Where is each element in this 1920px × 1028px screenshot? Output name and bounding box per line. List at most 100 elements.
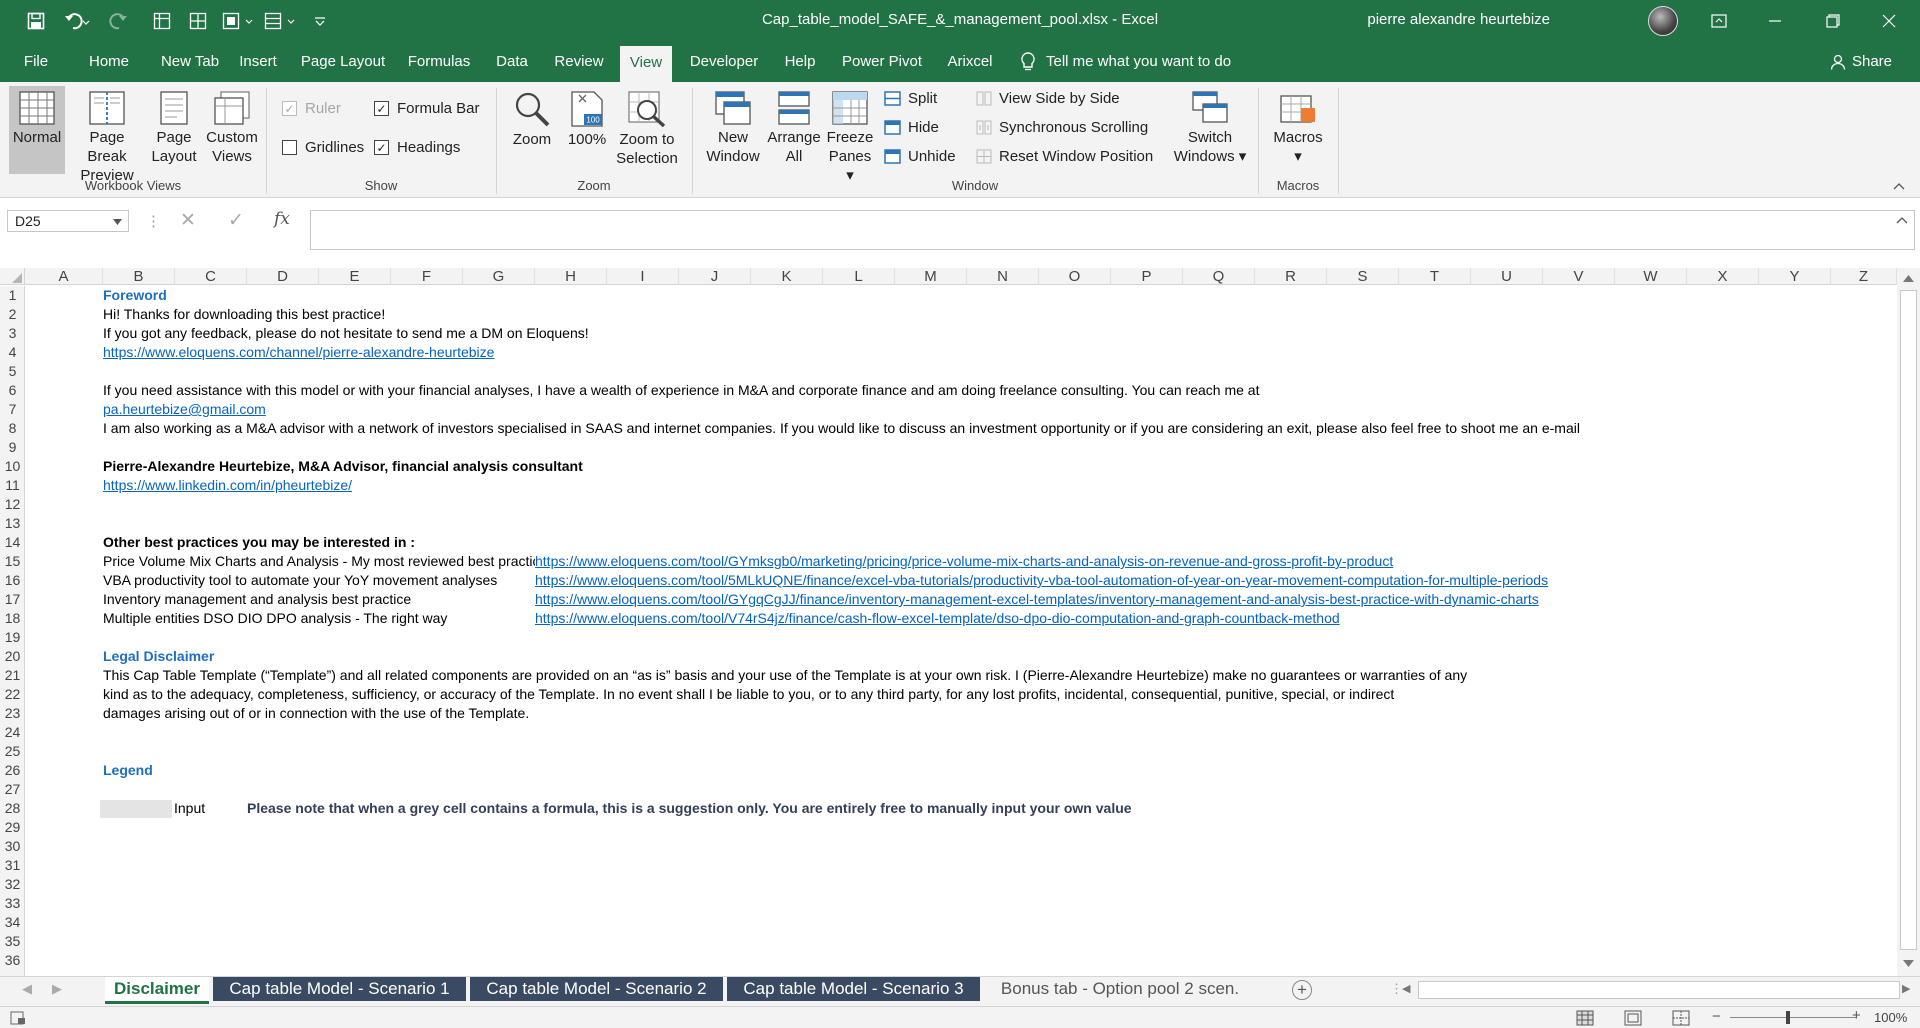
new-window-button[interactable]: New Window [700, 86, 766, 174]
undo-icon[interactable] [60, 9, 94, 33]
column-header-l[interactable]: L [823, 268, 895, 285]
ribbon-display-options-icon[interactable] [1696, 0, 1742, 42]
formula-bar-options-icon[interactable]: ⋮ [146, 212, 161, 230]
reset-window-position-button[interactable]: Reset Window Position [976, 148, 1153, 165]
sheet-tab-scenario-2[interactable]: Cap table Model - Scenario 2 [470, 977, 723, 1001]
collapse-ribbon-icon[interactable] [1890, 178, 1908, 194]
tab-home[interactable]: Home [80, 42, 138, 82]
row-header[interactable]: 23 [0, 704, 25, 723]
zoom-level[interactable]: 100% [1874, 1010, 1907, 1025]
column-header-p[interactable]: P [1111, 268, 1183, 285]
row-header[interactable]: 15 [0, 552, 25, 571]
restore-icon[interactable] [1810, 0, 1856, 42]
best-practice-link[interactable]: https://www.eloquens.com/tool/V74rS4jz/f… [535, 609, 1340, 628]
ruler-checkbox[interactable]: ✓ Ruler [282, 100, 341, 117]
column-header-n[interactable]: N [967, 268, 1039, 285]
zoom-slider-track[interactable] [1730, 1017, 1856, 1018]
add-sheet-icon[interactable]: + [1292, 980, 1312, 1000]
scroll-up-icon[interactable] [1903, 275, 1914, 282]
page-layout-button[interactable]: Page Layout [148, 86, 200, 174]
save-icon[interactable] [22, 9, 50, 33]
zoom-out-icon[interactable]: − [1712, 1008, 1721, 1025]
split-button[interactable]: Split [884, 90, 937, 107]
row-header[interactable]: 18 [0, 609, 25, 628]
switch-windows-button[interactable]: Switch Windows ▾ [1170, 86, 1250, 174]
vertical-scrollbar[interactable] [1897, 268, 1920, 976]
row-header[interactable]: 34 [0, 913, 25, 932]
row-header[interactable]: 26 [0, 761, 25, 780]
column-header-i[interactable]: I [607, 268, 679, 285]
normal-view-button[interactable]: Normal [9, 86, 65, 174]
column-header-a[interactable]: A [25, 268, 103, 285]
row-header[interactable]: 8 [0, 419, 25, 438]
best-practice-link[interactable]: https://www.eloquens.com/tool/GYgqCgJJ/f… [535, 590, 1539, 609]
arrange-all-button[interactable]: Arrange All [762, 86, 826, 174]
row-header[interactable]: 22 [0, 685, 25, 704]
tab-file[interactable]: File [14, 42, 58, 82]
name-box-dropdown-icon[interactable] [113, 219, 122, 225]
row-header[interactable]: 16 [0, 571, 25, 590]
row-header[interactable]: 30 [0, 837, 25, 856]
scroll-right-icon[interactable]: ▶ [1902, 982, 1910, 995]
row-header[interactable]: 31 [0, 856, 25, 875]
unhide-button[interactable]: Unhide [884, 148, 956, 165]
column-header-h[interactable]: H [535, 268, 607, 285]
column-header-x[interactable]: X [1687, 268, 1759, 285]
row-header[interactable]: 25 [0, 742, 25, 761]
row-header[interactable]: 13 [0, 514, 25, 533]
column-header-m[interactable]: M [895, 268, 967, 285]
tab-insert[interactable]: Insert [232, 42, 284, 82]
zoom-in-icon[interactable]: + [1852, 1007, 1861, 1024]
formula-bar-checkbox[interactable]: ✓ Formula Bar [374, 100, 480, 117]
tab-review[interactable]: Review [548, 42, 610, 82]
column-header-s[interactable]: S [1327, 268, 1399, 285]
normal-view-status-icon[interactable] [1576, 1010, 1594, 1026]
page-break-preview-button[interactable]: Page Break Preview [69, 86, 145, 184]
scroll-left-icon[interactable]: ◀ [1402, 982, 1410, 995]
sheet-tab-scenario-1[interactable]: Cap table Model - Scenario 1 [213, 977, 466, 1001]
print-preview-icon[interactable] [262, 9, 300, 33]
enter-icon[interactable]: ✓ [228, 209, 244, 232]
row-header[interactable]: 6 [0, 381, 25, 400]
row-header[interactable]: 12 [0, 495, 25, 514]
column-header-o[interactable]: O [1039, 268, 1111, 285]
formula-input[interactable] [310, 210, 1915, 250]
tab-new-tab[interactable]: New Tab [148, 42, 232, 82]
zoom-button[interactable]: Zoom [506, 86, 558, 174]
row-header[interactable]: 5 [0, 362, 25, 381]
tab-help[interactable]: Help [776, 42, 824, 82]
select-all-corner[interactable] [0, 268, 25, 285]
row-header[interactable]: 19 [0, 628, 25, 647]
best-practice-link[interactable]: https://www.eloquens.com/tool/GYmksgb0/m… [535, 552, 1393, 571]
row-header[interactable]: 20 [0, 647, 25, 666]
zoom-100-button[interactable]: 100 100% [562, 86, 612, 174]
tab-developer[interactable]: Developer [682, 42, 766, 82]
best-practice-link[interactable]: https://www.eloquens.com/tool/5MLkUQNE/f… [535, 571, 1548, 590]
row-header[interactable]: 24 [0, 723, 25, 742]
name-box[interactable]: D25 [7, 210, 129, 232]
column-header-y[interactable]: Y [1759, 268, 1831, 285]
row-header[interactable]: 35 [0, 932, 25, 951]
freeze-panes-button[interactable]: Freeze Panes ▾ [824, 86, 876, 184]
row-header[interactable]: 32 [0, 875, 25, 894]
row-header[interactable]: 9 [0, 438, 25, 457]
expand-formula-bar-icon[interactable] [1896, 216, 1908, 224]
column-header-q[interactable]: Q [1183, 268, 1255, 285]
sheet-tab-disclaimer[interactable]: Disclaimer [105, 977, 209, 1004]
zoom-slider-thumb[interactable] [1786, 1011, 1790, 1024]
email-link[interactable]: pa.heurtebize@gmail.com [103, 400, 266, 419]
page-break-status-icon[interactable] [1672, 1010, 1690, 1026]
row-header[interactable]: 33 [0, 894, 25, 913]
page-layout-status-icon[interactable] [1624, 1010, 1642, 1026]
column-header-v[interactable]: V [1543, 268, 1615, 285]
cancel-icon[interactable]: ✕ [180, 209, 196, 232]
column-header-z[interactable]: Z [1831, 268, 1897, 285]
sheet-tab-scenario-3[interactable]: Cap table Model - Scenario 3 [727, 977, 980, 1001]
tab-page-layout[interactable]: Page Layout [298, 42, 388, 82]
scroll-down-icon[interactable] [1903, 960, 1914, 967]
customize-qat-icon[interactable] [308, 9, 332, 33]
row-header[interactable]: 4 [0, 343, 25, 362]
tab-data[interactable]: Data [490, 42, 534, 82]
tab-formulas[interactable]: Formulas [402, 42, 476, 82]
row-header[interactable]: 21 [0, 666, 25, 685]
